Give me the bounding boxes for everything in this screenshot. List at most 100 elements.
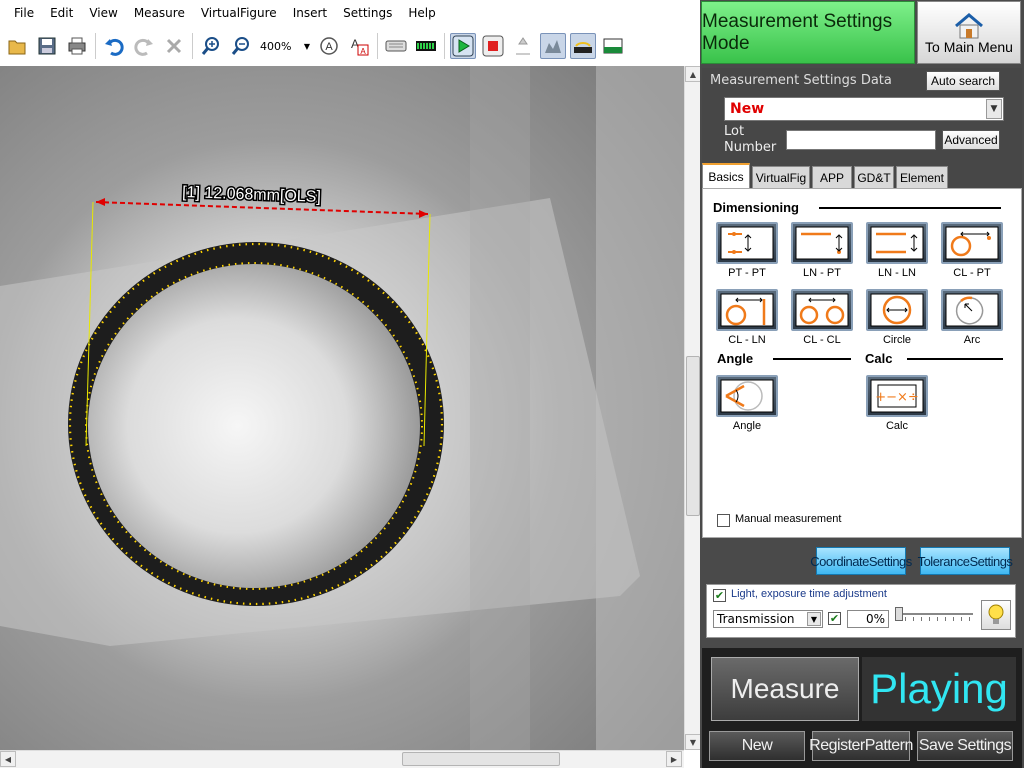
- vertical-scrollbar[interactable]: ▲ ▼: [684, 66, 701, 750]
- toolbar-separator: [377, 33, 378, 59]
- to-main-menu-label: To Main Menu: [925, 39, 1013, 55]
- coordinate-settings-button[interactable]: CoordinateSettings: [810, 547, 912, 575]
- advanced-button[interactable]: Advanced: [942, 130, 1000, 150]
- print-icon[interactable]: [64, 33, 90, 59]
- settings-select-value: New: [730, 101, 765, 117]
- play-icon[interactable]: [450, 33, 476, 59]
- menu-file[interactable]: File: [6, 6, 42, 20]
- lot-label: Lot: [724, 124, 745, 139]
- measurement-settings-data-panel: Measurement Settings Data Auto search Ne…: [702, 68, 1022, 162]
- undo-icon[interactable]: [101, 33, 127, 59]
- register-pattern-button[interactable]: RegisterPattern: [809, 731, 913, 761]
- light-icon[interactable]: [570, 33, 596, 59]
- delete-icon[interactable]: [161, 33, 187, 59]
- chevron-down-icon: ▼: [303, 41, 311, 51]
- ocr-text-icon[interactable]: A: [316, 33, 342, 59]
- pt-pt-label: PT - PT: [728, 267, 766, 279]
- zoom-value: 400%: [260, 39, 292, 53]
- edge-detect-icon[interactable]: [540, 33, 566, 59]
- ln-ln-button[interactable]: [866, 222, 928, 264]
- measurement-settings-mode-button[interactable]: Measurement Settings Mode: [701, 1, 915, 64]
- scroll-up-button[interactable]: ▲: [685, 66, 701, 82]
- light-bulb-button[interactable]: [981, 600, 1011, 630]
- home-icon: [955, 13, 983, 39]
- horizontal-scroll-thumb[interactable]: [402, 752, 560, 766]
- tolerance-settings-button[interactable]: ToleranceSettings: [918, 547, 1013, 575]
- toolbar: 400% ▼ A AA: [0, 26, 700, 66]
- svg-text:+−×÷: +−×÷: [875, 390, 919, 405]
- light-slider-thumb[interactable]: [895, 607, 903, 621]
- cl-ln-button[interactable]: [716, 289, 778, 331]
- save-icon[interactable]: [34, 33, 60, 59]
- zoom-select[interactable]: 400% ▼: [256, 36, 314, 56]
- measure-button[interactable]: Measure: [711, 657, 859, 721]
- calc-heading: Calc: [865, 351, 893, 366]
- stop-icon[interactable]: [480, 33, 506, 59]
- lot-number-input[interactable]: [786, 130, 936, 150]
- level-meter-icon[interactable]: [413, 33, 439, 59]
- vertical-scroll-thumb[interactable]: [686, 356, 700, 516]
- menu-view[interactable]: View: [81, 6, 125, 20]
- display-icon[interactable]: [600, 33, 626, 59]
- tab-basics[interactable]: Basics: [702, 163, 750, 188]
- tab-gdt[interactable]: GD&T: [854, 166, 894, 188]
- cl-ln-label: CL - LN: [728, 334, 766, 346]
- manual-measurement-checkbox[interactable]: [717, 514, 730, 527]
- ln-pt-label: LN - PT: [803, 267, 841, 279]
- scroll-left-button[interactable]: ◀: [0, 751, 16, 767]
- pt-pt-button[interactable]: [716, 222, 778, 264]
- cl-cl-button[interactable]: [791, 289, 853, 331]
- divider: [773, 358, 851, 360]
- save-settings-button[interactable]: Save Settings: [917, 731, 1013, 761]
- tab-virtualfig[interactable]: VirtualFig: [752, 166, 810, 188]
- ln-pt-button[interactable]: [791, 222, 853, 264]
- scroll-right-button[interactable]: ▶: [666, 751, 682, 767]
- toolbar-separator: [95, 33, 96, 59]
- zoom-in-icon[interactable]: [198, 33, 224, 59]
- settings-select[interactable]: New ▼: [724, 97, 1004, 121]
- light-value-checkbox[interactable]: ✔: [828, 612, 841, 625]
- menu-measure[interactable]: Measure: [126, 6, 193, 20]
- scroll-down-button[interactable]: ▼: [685, 734, 701, 750]
- light-adjust-checkbox[interactable]: ✔: [713, 589, 726, 602]
- number-label: Number: [724, 140, 777, 155]
- menu-insert[interactable]: Insert: [285, 6, 335, 20]
- basics-tab-panel: Dimensioning PT - PT LN - PT LN - LN CL …: [702, 188, 1022, 538]
- zoom-out-icon[interactable]: [228, 33, 254, 59]
- arc-button[interactable]: [941, 289, 1003, 331]
- tab-app[interactable]: APP: [812, 166, 852, 188]
- calc-button[interactable]: +−×÷: [866, 375, 928, 417]
- circle-label: Circle: [882, 334, 912, 346]
- new-button[interactable]: New: [709, 731, 805, 761]
- auto-focus-icon[interactable]: [510, 33, 536, 59]
- auto-search-button[interactable]: Auto search: [926, 71, 1000, 91]
- tab-element[interactable]: Element: [896, 166, 948, 188]
- menu-help[interactable]: Help: [400, 6, 443, 20]
- light-value-input[interactable]: 0%: [847, 610, 889, 628]
- svg-text:A: A: [325, 41, 333, 53]
- light-slider[interactable]: [895, 607, 973, 626]
- open-icon[interactable]: [4, 33, 30, 59]
- tab-bar: Basics VirtualFig APP GD&T Element: [702, 162, 1022, 188]
- angle-heading: Angle: [717, 351, 754, 366]
- chevron-down-icon: ▼: [986, 99, 1002, 119]
- horizontal-scrollbar[interactable]: ◀ ▶: [0, 750, 684, 768]
- angle-button[interactable]: [716, 375, 778, 417]
- keyboard-icon[interactable]: [383, 33, 409, 59]
- redo-icon[interactable]: [131, 33, 157, 59]
- playing-status: Playing: [862, 657, 1016, 721]
- light-mode-select[interactable]: Transmission ▼: [713, 610, 823, 628]
- cl-pt-button[interactable]: [941, 222, 1003, 264]
- angle-label: Angle: [732, 420, 762, 432]
- light-value: 0%: [865, 612, 885, 626]
- ln-ln-label: LN - LN: [878, 267, 916, 279]
- menu-virtualfigure[interactable]: VirtualFigure: [193, 6, 285, 20]
- to-main-menu-button[interactable]: To Main Menu: [917, 1, 1021, 64]
- font-icon[interactable]: AA: [346, 33, 372, 59]
- menu-edit[interactable]: Edit: [42, 6, 81, 20]
- menu-settings[interactable]: Settings: [335, 6, 400, 20]
- settings-data-title: Measurement Settings Data: [710, 73, 892, 88]
- circle-button[interactable]: [866, 289, 928, 331]
- menu-bar: File Edit View Measure VirtualFigure Ins…: [0, 0, 700, 26]
- camera-viewport[interactable]: [1] 12.068mm[OLS]: [0, 66, 684, 750]
